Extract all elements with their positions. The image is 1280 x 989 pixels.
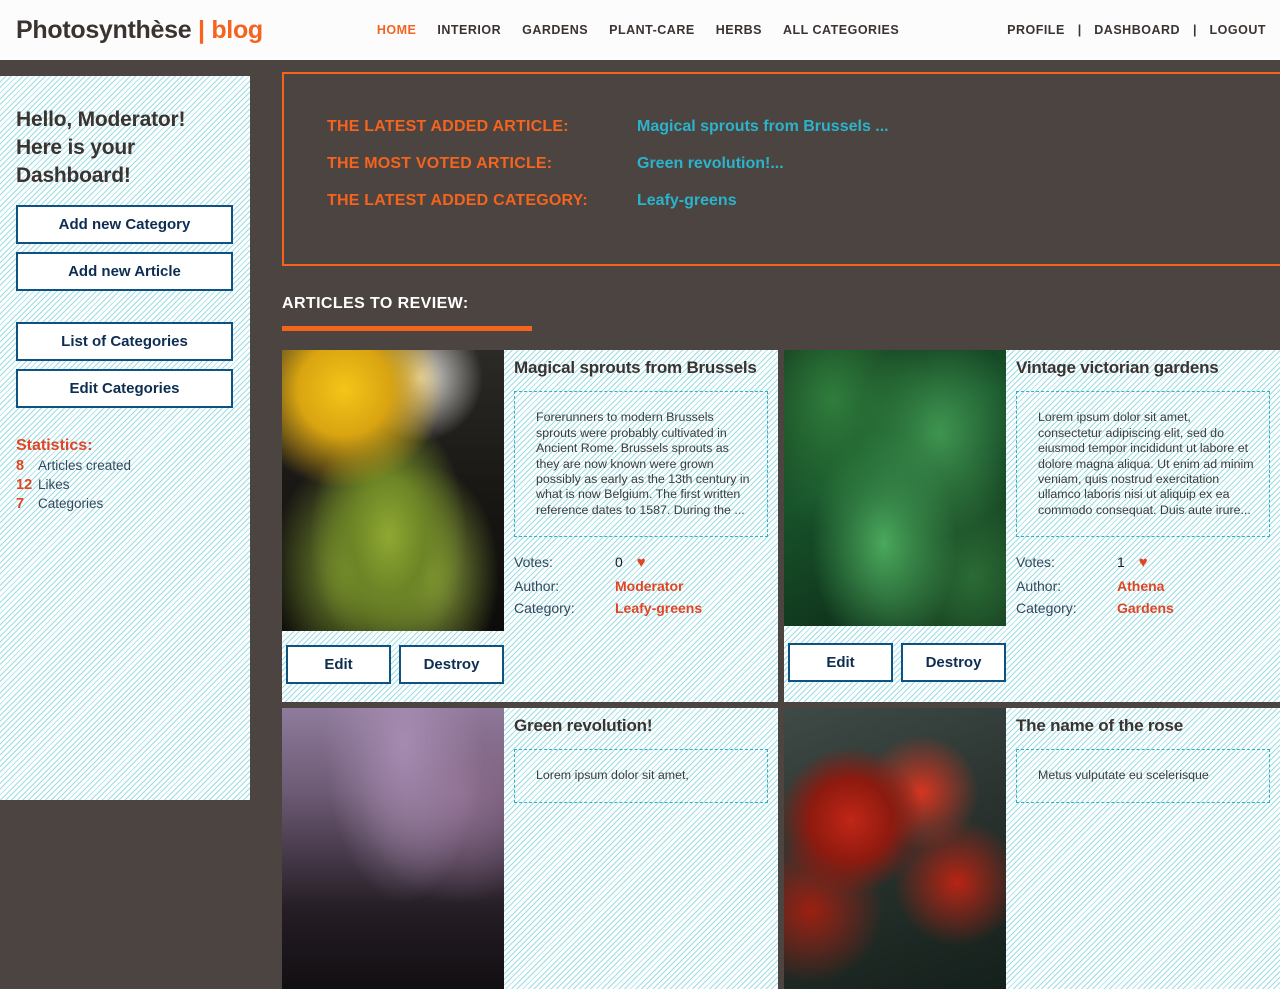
edit-article-button[interactable]: Edit	[788, 642, 893, 682]
tropical-leaves-photo	[784, 350, 1006, 626]
summary-info-panel: THE LATEST ADDED ARTICLE: Magical sprout…	[282, 72, 1280, 266]
dashboard-main-content: THE LATEST ADDED ARTICLE: Magical sprout…	[250, 0, 1280, 989]
heading-underline-accent	[282, 326, 532, 331]
meta-label-author: Author:	[1016, 578, 1062, 595]
info-row-latest-category: THE LATEST ADDED CATEGORY: Leafy-greens	[327, 192, 1280, 210]
article-title[interactable]: Magical sprouts from Brussels	[514, 358, 768, 378]
meta-row-votes: Votes: 1 ♥	[1016, 551, 1270, 575]
meta-value-author[interactable]: Athena	[1117, 575, 1164, 597]
list-of-categories-button[interactable]: List of Categories	[16, 322, 233, 362]
article-title[interactable]: The name of the rose	[1016, 716, 1270, 736]
city-skyline-photo	[282, 708, 504, 989]
greeting-line-2: Here is your	[16, 136, 135, 160]
article-thumbnail[interactable]	[784, 350, 1006, 626]
statistic-row-categories: 7 Categories	[16, 496, 234, 512]
info-label-latest-article: THE LATEST ADDED ARTICLE:	[327, 118, 569, 135]
edit-categories-button[interactable]: Edit Categories	[16, 369, 233, 409]
meta-label-votes: Votes:	[1016, 554, 1055, 571]
meta-label-category: Category:	[514, 600, 575, 617]
meta-label-author: Author:	[514, 578, 560, 595]
article-excerpt: Forerunners to modern Brussels sprouts w…	[514, 391, 768, 538]
greeting-line-3: Dashboard!	[16, 164, 131, 188]
article-card: Magical sprouts from Brussels Forerunner…	[282, 350, 778, 702]
meta-row-category: Category: Gardens	[1016, 597, 1270, 619]
meta-row-author: Author: Athena	[1016, 575, 1270, 597]
article-details: Vintage victorian gardens Lorem ipsum do…	[1006, 350, 1280, 629]
article-action-buttons: Edit Destroy	[282, 631, 504, 702]
meta-value-author[interactable]: Moderator	[615, 575, 683, 597]
article-title[interactable]: Green revolution!	[514, 716, 768, 736]
article-thumbnail[interactable]	[282, 350, 504, 631]
statistics-heading: Statistics:	[16, 437, 93, 455]
article-card: The name of the rose Metus vulputate eu …	[784, 708, 1280, 989]
red-roses-photo	[784, 708, 1006, 989]
meta-value-category[interactable]: Gardens	[1117, 597, 1174, 619]
info-label-most-voted-article: THE MOST VOTED ARTICLE:	[327, 155, 553, 172]
articles-to-review-heading: ARTICLES TO REVIEW:	[282, 295, 469, 312]
heart-icon[interactable]: ♥	[1139, 551, 1148, 575]
article-details: The name of the rose Metus vulputate eu …	[1006, 708, 1280, 989]
statistic-label-likes: Likes	[38, 477, 70, 493]
meta-row-category: Category: Leafy-greens	[514, 597, 768, 619]
meta-value-votes: 1	[1117, 554, 1125, 571]
article-thumbnail[interactable]	[282, 708, 504, 989]
meta-row-author: Author: Moderator	[514, 575, 768, 597]
article-action-buttons: Edit Destroy	[784, 629, 1006, 703]
statistic-row-likes: 12 Likes	[16, 477, 234, 493]
meta-label-category: Category:	[1016, 600, 1077, 617]
statistic-value-likes: 12	[16, 477, 33, 494]
statistic-label-categories: Categories	[38, 496, 104, 512]
article-card: Green revolution! Lorem ipsum dolor sit …	[282, 708, 778, 989]
meta-label-votes: Votes:	[514, 554, 553, 571]
info-value-latest-article[interactable]: Magical sprouts from Brussels ...	[637, 118, 889, 136]
statistic-label-articles: Articles created	[38, 458, 132, 474]
meta-value-votes: 0	[615, 554, 623, 571]
info-label-latest-category: THE LATEST ADDED CATEGORY:	[327, 192, 588, 209]
sidebar-greeting: Hello, Moderator! Here is your Dashboard…	[16, 106, 234, 190]
statistic-value-categories: 7	[16, 496, 25, 513]
article-meta: Votes: 0 ♥ Author: Moderator Category: L…	[514, 551, 768, 620]
article-excerpt: Metus vulputate eu scelerisque	[1016, 749, 1270, 803]
info-row-latest-article: THE LATEST ADDED ARTICLE: Magical sprout…	[327, 118, 1280, 136]
article-excerpt: Lorem ipsum dolor sit amet, consectetur …	[1016, 391, 1270, 538]
add-new-category-button[interactable]: Add new Category	[16, 205, 233, 245]
brussels-sprouts-photo	[282, 350, 504, 631]
brand-divider: |	[197, 15, 205, 44]
heart-icon[interactable]: ♥	[637, 551, 646, 575]
article-title[interactable]: Vintage victorian gardens	[1016, 358, 1270, 378]
info-value-latest-category[interactable]: Leafy-greens	[637, 192, 737, 210]
edit-article-button[interactable]: Edit	[286, 645, 391, 684]
article-thumbnail[interactable]	[784, 708, 1006, 989]
dashboard-sidebar: Hello, Moderator! Here is your Dashboard…	[0, 76, 250, 800]
site-brand-logo[interactable]: Photosynthèse | blog	[16, 16, 263, 45]
articles-review-grid: Magical sprouts from Brussels Forerunner…	[282, 350, 1280, 989]
info-value-most-voted-article[interactable]: Green revolution!...	[637, 155, 784, 173]
destroy-article-button[interactable]: Destroy	[901, 642, 1006, 682]
statistic-row-articles: 8 Articles created	[16, 458, 234, 474]
brand-name: Photosynthèse	[16, 15, 192, 44]
article-details: Magical sprouts from Brussels Forerunner…	[504, 350, 778, 631]
greeting-line-1: Hello, Moderator!	[16, 108, 186, 131]
meta-row-votes: Votes: 0 ♥	[514, 551, 768, 575]
statistic-value-articles: 8	[16, 458, 25, 475]
article-meta: Votes: 1 ♥ Author: Athena Category: Gard…	[1016, 551, 1270, 620]
meta-value-category[interactable]: Leafy-greens	[615, 597, 702, 619]
article-details: Green revolution! Lorem ipsum dolor sit …	[504, 708, 778, 989]
add-new-article-button[interactable]: Add new Article	[16, 252, 233, 292]
destroy-article-button[interactable]: Destroy	[399, 645, 504, 684]
article-excerpt: Lorem ipsum dolor sit amet,	[514, 749, 768, 803]
info-row-most-voted-article: THE MOST VOTED ARTICLE: Green revolution…	[327, 155, 1280, 173]
article-card: Vintage victorian gardens Lorem ipsum do…	[784, 350, 1280, 702]
